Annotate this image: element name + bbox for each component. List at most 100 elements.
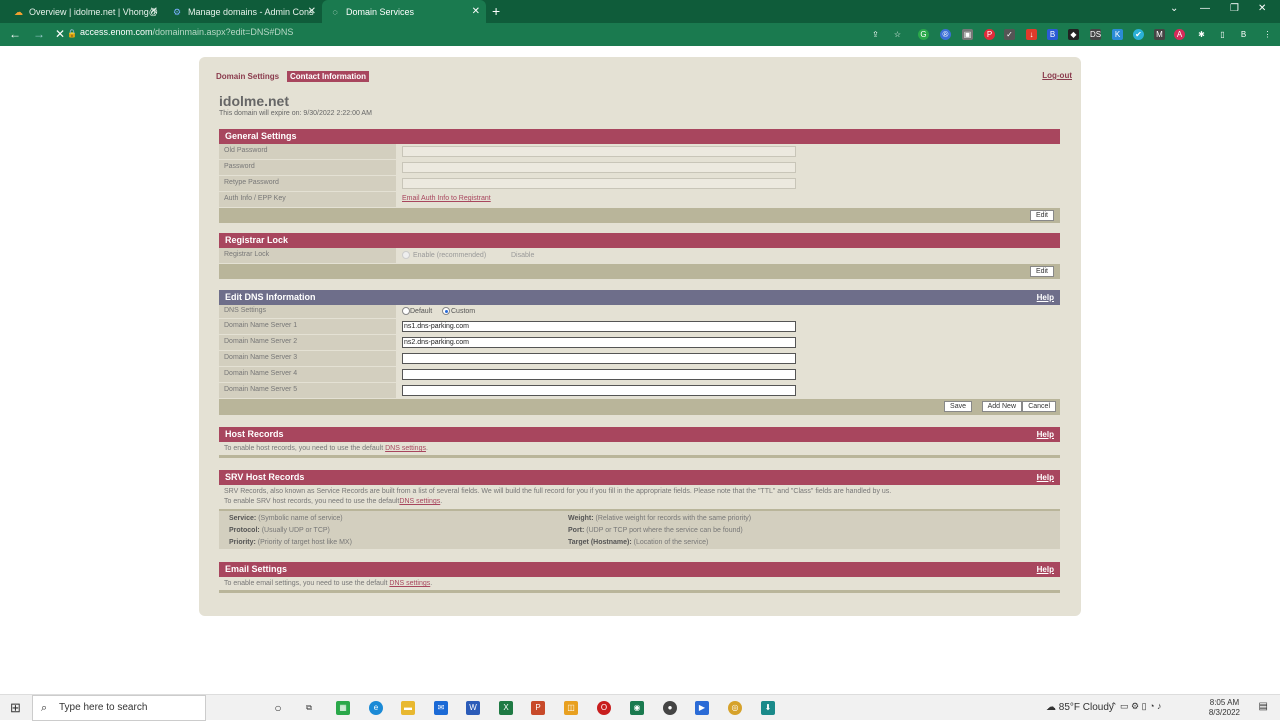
nameserver-2-input[interactable]: ns2.dns-parking.com — [402, 337, 796, 348]
help-link[interactable]: Help — [1037, 470, 1054, 485]
edge-icon[interactable]: e — [369, 701, 383, 715]
edit-button[interactable]: Edit — [1029, 266, 1054, 277]
weather-widget[interactable]: ☁ 85°F Cloudy — [1046, 702, 1114, 713]
custom-radio[interactable] — [442, 307, 450, 315]
extension-icon[interactable]: M — [1154, 29, 1165, 40]
app-icon[interactable]: ● — [663, 701, 677, 715]
notification-icon[interactable]: ▤ — [1259, 701, 1268, 712]
nameserver-5-input[interactable] — [402, 385, 796, 396]
save-button[interactable]: Save — [944, 401, 972, 412]
dns-settings-link[interactable]: DNS settings — [389, 580, 430, 587]
dns-settings-link[interactable]: DNS settings — [399, 498, 440, 505]
logout-link[interactable]: Log-out — [1042, 71, 1072, 80]
puzzle-icon[interactable]: ✱ — [1196, 29, 1207, 40]
adblock-icon[interactable]: A — [1174, 29, 1185, 40]
disable-label: Disable — [511, 252, 535, 259]
nameserver-1-input[interactable]: ns1.dns-parking.com — [402, 321, 796, 332]
new-tab-button[interactable]: + — [492, 3, 500, 19]
cancel-button[interactable]: Cancel — [1022, 401, 1056, 412]
extension-icon[interactable]: ✔ — [1133, 29, 1144, 40]
extension-icon[interactable]: K — [1112, 29, 1123, 40]
default-radio[interactable] — [402, 307, 410, 315]
app-icon[interactable]: ◫ — [564, 701, 578, 715]
legend-value: (Relative weight for records with the sa… — [595, 515, 752, 522]
chrome-icon[interactable]: ◎ — [728, 701, 742, 715]
legend-value: (Usually UDP or TCP) — [261, 527, 330, 534]
help-link[interactable]: Help — [1037, 427, 1054, 442]
nameserver-4-input[interactable] — [402, 369, 796, 380]
default-label: Default — [410, 308, 433, 315]
old-password-field[interactable] — [402, 146, 796, 157]
enable-radio[interactable] — [402, 251, 410, 259]
sidebar-icon[interactable]: ▯ — [1217, 29, 1228, 40]
url-field[interactable]: access.enom.com/domainmain.aspx?edit=DNS… — [80, 27, 293, 37]
app-icon[interactable]: ▦ — [336, 701, 350, 715]
legend-value: (UDP or TCP port where the service can b… — [586, 527, 743, 534]
extension-icon[interactable]: B — [1047, 29, 1058, 40]
field-label: Domain Name Server 4 — [219, 367, 396, 382]
tab-title: Overview | idolme.net | Vhong@ — [29, 6, 158, 17]
gear-icon: ⚙ — [172, 6, 182, 17]
download-icon[interactable]: ↓ — [1026, 29, 1037, 40]
pinterest-icon[interactable]: P — [984, 29, 995, 40]
close-icon[interactable]: ✕ — [308, 6, 316, 17]
minimize-button[interactable]: — — [1200, 3, 1210, 14]
extension-icon[interactable]: ® — [940, 29, 951, 40]
word-icon[interactable]: W — [466, 701, 480, 715]
maximize-button[interactable]: ❐ — [1230, 3, 1239, 14]
forward-icon[interactable]: → — [33, 27, 45, 41]
extension-icon[interactable]: DS — [1090, 29, 1101, 40]
note-dot: . — [430, 580, 433, 587]
tab-contact-information[interactable]: Contact Information — [287, 71, 369, 82]
excel-icon[interactable]: X — [499, 701, 513, 715]
browser-tab-bar: ☁ Overview | idolme.net | Vhong@ ✕ ⚙ Man… — [0, 0, 1280, 23]
tab-overview[interactable]: ☁ Overview | idolme.net | Vhong@ ✕ — [6, 0, 164, 23]
cortana-icon[interactable]: ○ — [271, 701, 285, 715]
url-host: access.enom.com — [80, 27, 153, 37]
clock[interactable]: 8:05 AM 8/3/2022 — [1209, 698, 1240, 718]
mail-icon[interactable]: ✉ — [434, 701, 448, 715]
profile-icon[interactable]: B — [1238, 29, 1249, 40]
extension-icon[interactable]: ✓ — [1004, 29, 1015, 40]
opera-icon[interactable]: O — [597, 701, 611, 715]
dns-settings-link[interactable]: DNS settings — [385, 445, 426, 452]
password-field[interactable] — [402, 162, 796, 173]
tray-icons[interactable]: ⌃ ▭ ⚙ ▯ ◔ ♪ — [1110, 701, 1162, 712]
app-icon[interactable]: ⬇ — [761, 701, 775, 715]
domain-panel: Domain Settings Contact Information Log-… — [199, 57, 1081, 616]
close-icon[interactable]: ✕ — [472, 6, 480, 17]
close-window-button[interactable]: ✕ — [1258, 3, 1266, 14]
task-view-icon[interactable]: ⧉ — [302, 701, 316, 715]
chrome-profile-icon[interactable]: ◉ — [630, 701, 644, 715]
chevron-down-icon[interactable]: ⌄ — [1170, 3, 1178, 14]
help-link[interactable]: Help — [1037, 290, 1054, 305]
grammarly-icon[interactable]: G — [918, 29, 929, 40]
taskbar-search[interactable]: ⌕ Type here to search — [32, 695, 206, 721]
menu-icon[interactable]: ⋮ — [1262, 29, 1273, 40]
tab-manage-domains[interactable]: ⚙ Manage domains - Admin Cons ✕ — [164, 0, 322, 23]
help-link[interactable]: Help — [1037, 562, 1054, 577]
windows-start-icon[interactable]: ⊞ — [10, 700, 21, 716]
app-icon[interactable]: ▶ — [695, 701, 709, 715]
star-icon[interactable]: ☆ — [892, 29, 903, 40]
share-icon[interactable]: ⇪ — [870, 29, 881, 40]
close-icon[interactable]: ✕ — [150, 6, 158, 17]
custom-label: Custom — [451, 308, 476, 315]
nameserver-3-input[interactable] — [402, 353, 796, 364]
extension-icon[interactable]: ▣ — [962, 29, 973, 40]
tab-domain-settings[interactable]: Domain Settings — [213, 71, 282, 82]
expire-text: This domain will expire on: 9/30/2022 2:… — [219, 110, 372, 117]
extension-icon[interactable]: ◆ — [1068, 29, 1079, 40]
back-icon[interactable]: ← — [9, 27, 21, 41]
note-dot: . — [440, 498, 443, 505]
retype-password-field[interactable] — [402, 178, 796, 189]
tab-title: Domain Services — [346, 6, 415, 17]
add-new-button[interactable]: Add New — [981, 401, 1022, 412]
time: 8:05 AM — [1209, 698, 1240, 707]
file-explorer-icon[interactable]: ▬ — [401, 701, 415, 715]
edit-button[interactable]: Edit — [1029, 210, 1054, 221]
email-auth-link[interactable]: Email Auth Info to Registrant — [402, 195, 491, 202]
powerpoint-icon[interactable]: P — [531, 701, 545, 715]
stop-icon[interactable]: ✕ — [55, 27, 65, 41]
tab-domain-services[interactable]: ◌ Domain Services ✕ — [322, 0, 486, 23]
